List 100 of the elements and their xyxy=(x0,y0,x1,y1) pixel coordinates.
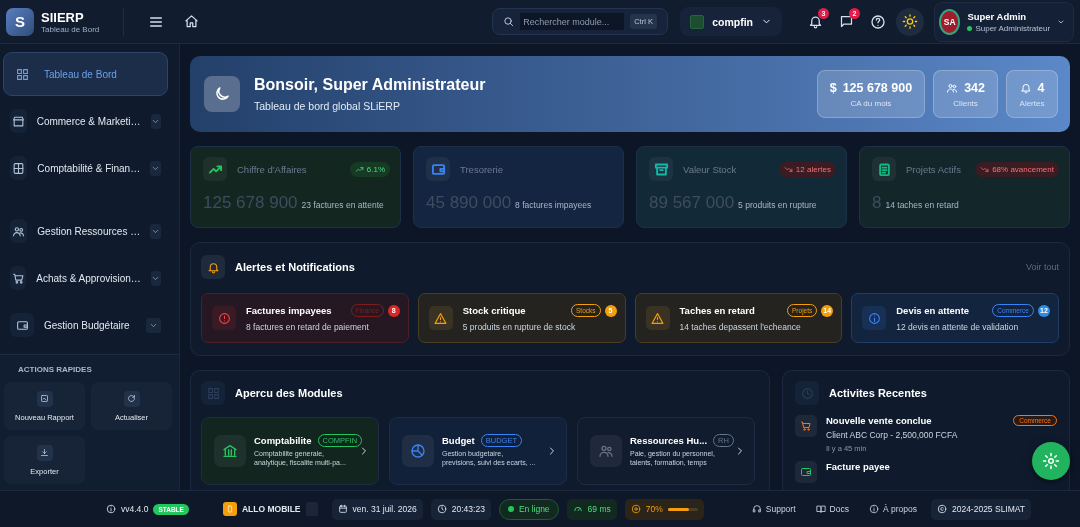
sidebar-item[interactable]: Gestion Budgétaire xyxy=(3,303,168,347)
kpi-title: Tresorerie xyxy=(460,163,504,175)
theme-toggle[interactable] xyxy=(896,7,924,36)
expand-toggle[interactable] xyxy=(150,223,161,239)
copyright-text: 2024-2025 SLIMAT xyxy=(951,504,1026,514)
greeting-title: Bonsoir, Super Administrateur xyxy=(254,76,487,94)
module-name: Comptabilite xyxy=(254,435,312,447)
download-icon xyxy=(40,448,49,457)
activity-detail: Client ABC Corp - 2,500,000 FCFA xyxy=(826,430,959,440)
sun-icon xyxy=(902,13,918,30)
sidebar-item[interactable]: Gestion Ressources … xyxy=(3,209,168,253)
users-icon xyxy=(946,81,959,94)
stat-label: Clients xyxy=(953,98,978,108)
stat-label: Alertes xyxy=(1019,98,1045,108)
copyright-icon xyxy=(936,504,947,514)
moon-icon xyxy=(213,85,231,103)
stat-label: CA du mois xyxy=(850,98,892,108)
bell-icon xyxy=(206,260,220,274)
user-role: Super Administrateur xyxy=(975,23,1051,33)
expand-toggle[interactable] xyxy=(146,317,161,333)
kpi-value: 125 678 900 xyxy=(203,193,298,213)
kpi-title: Projets Actifs xyxy=(906,163,962,175)
module-name: Budget xyxy=(442,435,475,447)
bell-icon xyxy=(1019,81,1032,94)
info-icon xyxy=(867,311,881,325)
kpi-title: Valeur Stock xyxy=(683,163,738,175)
trend-badge: 12 alertes xyxy=(778,161,836,177)
expand-toggle[interactable] xyxy=(150,113,161,129)
clock-icon xyxy=(436,504,447,514)
currency-symbol: $ xyxy=(829,80,837,95)
section-title: Activites Recentes xyxy=(829,387,927,399)
chat-icon xyxy=(839,14,854,29)
help-icon xyxy=(870,13,886,30)
bell-icon xyxy=(808,14,823,29)
module-icon xyxy=(11,271,25,285)
kpi-note: 14 taches en retard xyxy=(885,200,959,210)
activity-title: Nouvelle vente conclue xyxy=(826,415,933,426)
book-icon xyxy=(815,504,826,514)
report-icon xyxy=(40,394,49,403)
sidebar-item[interactable]: Achats & Approvision… xyxy=(3,256,168,300)
user-menu[interactable]: SA Super Admin Super Administrateur xyxy=(934,1,1074,42)
warning-icon xyxy=(434,311,448,325)
stat-value: 4 xyxy=(1037,80,1045,95)
stat-value: 342 xyxy=(964,80,985,95)
greeting-subtitle: Tableau de bord global SLiERP xyxy=(254,100,401,112)
section-title: Alertes et Notifications xyxy=(235,261,356,273)
latency-label: 69 ms xyxy=(587,504,611,514)
gauge-icon xyxy=(572,504,583,514)
module-name: Ressources Hu... xyxy=(630,435,708,447)
stat-value: 125 678 900 xyxy=(842,80,913,95)
trend-icon xyxy=(783,164,793,174)
alert-text: 8 factures en retard de paiement xyxy=(246,322,370,332)
footer-link[interactable]: Support xyxy=(751,504,796,514)
alert-text: 14 taches depassent l'echeance xyxy=(679,322,802,332)
footer-link[interactable]: Docs xyxy=(815,504,849,514)
expand-toggle[interactable] xyxy=(150,160,161,176)
app-subtitle: Tableau de Bord xyxy=(41,24,101,34)
footer-link[interactable]: À propos xyxy=(868,504,917,514)
user-name: Super Admin xyxy=(967,10,1028,22)
alert-title: Devis en attente xyxy=(896,305,971,316)
info-icon xyxy=(106,504,116,514)
expand-toggle[interactable] xyxy=(150,270,161,286)
company-icon xyxy=(690,14,705,29)
sidebar-item[interactable]: Comptabilité & Finan… xyxy=(3,146,168,190)
load-icon xyxy=(630,504,641,514)
trend-icon xyxy=(980,164,990,174)
trend-badge: 6.1% xyxy=(349,161,390,177)
section-title: Apercu des Modules xyxy=(235,387,343,399)
module-icon xyxy=(15,318,29,332)
trend-icon xyxy=(354,164,364,174)
kpi-note: 5 produits en rupture xyxy=(738,200,817,210)
warning-icon xyxy=(651,311,664,325)
module-icon xyxy=(11,114,25,128)
user-avatar: SA xyxy=(939,8,961,35)
sidebar-item[interactable]: Commerce & Marketi… xyxy=(3,99,168,143)
module-icon xyxy=(12,224,26,238)
info-icon xyxy=(868,504,879,514)
sidebar-item[interactable]: Tableau de Bord xyxy=(3,52,168,96)
search-icon xyxy=(503,16,515,27)
alert-title: Taches en retard xyxy=(679,305,756,316)
kpi-note: 8 factures impayees xyxy=(515,200,592,210)
grid-icon xyxy=(206,386,220,400)
settings-icon xyxy=(1042,452,1060,470)
alert-title: Factures impayees xyxy=(246,305,333,316)
alert-text: 5 produits en rupture de stock xyxy=(462,322,577,332)
error-icon xyxy=(217,311,231,325)
alert-text: 12 devis en attente de validation xyxy=(896,322,1020,332)
app-name: ALLO MOBILE xyxy=(241,504,301,514)
module-icon xyxy=(12,161,26,175)
company-selector[interactable]: compfin xyxy=(680,7,782,36)
module-icon xyxy=(15,67,29,81)
version-label: vv4.4.0 xyxy=(121,504,149,514)
time-label: 20:43:23 xyxy=(451,504,485,514)
app-logo: S xyxy=(6,7,34,36)
kpi-title: Chiffre d'Affaires xyxy=(237,163,308,175)
connection-status: En ligne xyxy=(498,498,559,520)
load-reading: 70% xyxy=(645,504,663,514)
date-label: ven. 31 juil. 2026 xyxy=(352,504,417,514)
activity-title: Facture payee xyxy=(826,461,891,472)
kpi-note: 23 factures en attente xyxy=(301,200,384,210)
